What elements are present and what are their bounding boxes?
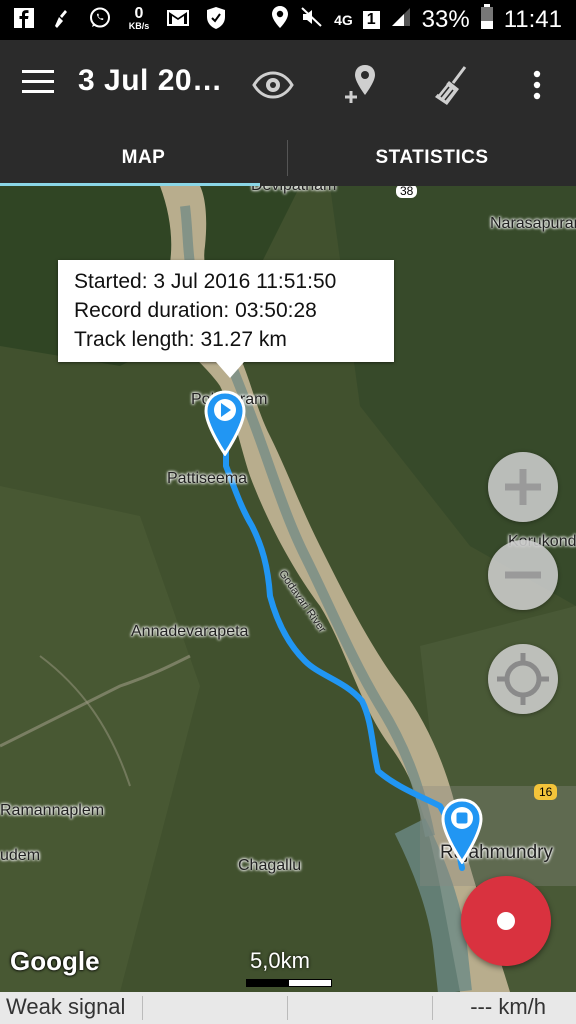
my-location-button[interactable] <box>488 644 558 714</box>
place-devipatnam: Devipatnam <box>251 186 336 195</box>
whatsapp-icon <box>88 6 112 30</box>
notification-icons: 0 KB/s <box>12 4 228 31</box>
zoom-out-button[interactable] <box>488 540 558 610</box>
clock: 11:41 <box>503 5 562 33</box>
system-indicators: 4G 1 33% 11:41 <box>270 4 562 35</box>
crosshair-icon <box>497 653 549 705</box>
mute-icon <box>300 5 324 34</box>
signal-strength-icon <box>390 6 412 33</box>
eye-icon[interactable] <box>248 60 298 110</box>
popup-tail <box>216 362 244 378</box>
minus-icon <box>505 571 541 579</box>
popup-duration: Record duration: 03:50:28 <box>74 299 317 322</box>
record-dot-icon <box>497 912 515 930</box>
status-divider <box>432 996 433 1020</box>
zoom-in-button[interactable] <box>488 452 558 522</box>
app-toolbar: 3 Jul 20… <box>0 40 576 130</box>
network-type-label: 4G <box>334 11 353 28</box>
road-shield-38: 38 <box>396 186 418 198</box>
tab-bar: MAP STATISTICS <box>0 130 576 186</box>
facebook-icon <box>12 6 36 30</box>
sim-slot-badge: 1 <box>362 10 380 29</box>
cleaner-icon <box>50 6 74 30</box>
start-marker-icon[interactable] <box>203 390 247 461</box>
record-button[interactable] <box>461 876 551 966</box>
signal-status: Weak signal <box>6 994 126 1019</box>
add-location-icon[interactable] <box>336 60 386 110</box>
map-view[interactable]: Devipatnam 38 Narasapuram Polavaram Patt… <box>0 186 576 992</box>
battery-percent: 33% <box>421 5 470 33</box>
map-scale-label: 5,0km <box>250 948 310 973</box>
broom-icon[interactable] <box>426 60 476 110</box>
menu-icon[interactable] <box>22 70 54 94</box>
map-scale-bar <box>246 979 332 987</box>
tab-map[interactable]: MAP <box>0 130 287 186</box>
page-title: 3 Jul 20… <box>78 64 223 97</box>
popup-started: Started: 3 Jul 2016 11:51:50 <box>74 270 337 293</box>
road-shield-16: 16 <box>534 784 558 800</box>
tab-statistics[interactable]: STATISTICS <box>288 130 576 186</box>
status-divider <box>142 996 143 1020</box>
track-info-popup[interactable]: Started: 3 Jul 2016 11:51:50 Record dura… <box>58 260 394 378</box>
place-ramannaplem: Ramannaplem <box>0 802 105 819</box>
plus-icon <box>505 469 541 505</box>
popup-length: Track length: 31.27 km <box>74 328 287 351</box>
system-status-bar: 0 KB/s 4G 1 33% 11:41 <box>0 0 576 40</box>
data-speed-indicator: 0 KB/s <box>128 4 150 31</box>
end-marker-icon[interactable] <box>440 798 484 869</box>
place-chagallu: Chagallu <box>238 857 302 874</box>
location-icon <box>270 5 290 34</box>
gps-status-line: Weak signal --- km/h <box>0 992 576 1024</box>
google-logo: Google <box>10 946 100 976</box>
shield-icon <box>204 6 228 30</box>
place-udem: udem <box>0 847 41 864</box>
place-annadevarapeta: Annadevarapeta <box>131 623 249 640</box>
status-divider <box>287 996 288 1020</box>
battery-icon <box>480 4 494 35</box>
more-vert-icon[interactable] <box>512 60 562 110</box>
gmail-icon <box>166 6 190 30</box>
place-narasapuram: Narasapuram <box>490 215 576 232</box>
place-pattiseema: Pattiseema <box>167 470 248 487</box>
speed-readout: --- km/h <box>470 994 546 1019</box>
